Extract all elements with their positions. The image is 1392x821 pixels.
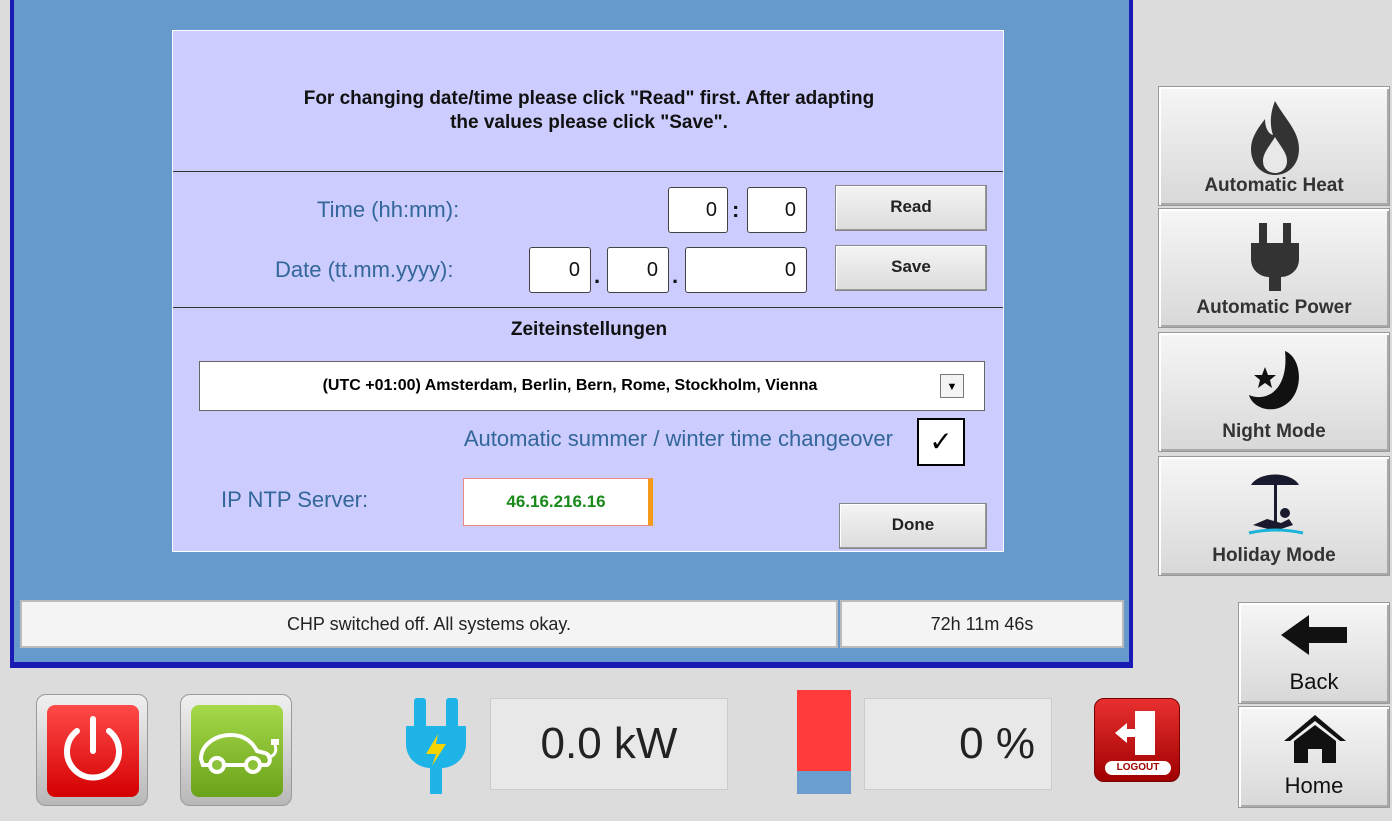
logout-label: LOGOUT [1105, 761, 1171, 775]
plug-icon [1251, 223, 1299, 291]
date-label: Date (tt.mm.yyyy): [275, 257, 454, 282]
date-separator-1: . [594, 263, 601, 288]
save-button[interactable]: Save [835, 245, 987, 291]
divider [173, 171, 1003, 172]
e-car-button-face [191, 705, 283, 797]
automatic-heat-button[interactable]: Automatic Heat [1158, 86, 1390, 206]
instructions-line-1: For changing date/time please click "Rea… [303, 88, 875, 109]
date-day-input[interactable]: 0 [529, 247, 591, 293]
summer-winter-label: Automatic summer / winter time changeove… [463, 426, 893, 451]
time-hours-input[interactable]: 0 [668, 187, 728, 233]
e-car-button[interactable] [180, 694, 292, 806]
power-output-display: 0.0 kW [490, 698, 728, 790]
power-button[interactable] [36, 694, 148, 806]
logout-button[interactable]: LOGOUT [1094, 698, 1180, 782]
divider [173, 307, 1003, 308]
summer-winter-checkbox[interactable]: ✓ [917, 418, 965, 466]
back-button[interactable]: Back [1238, 602, 1390, 704]
automatic-power-button[interactable]: Automatic Power [1158, 208, 1390, 328]
arrow-left-icon [1281, 615, 1347, 655]
holiday-mode-label: Holiday Mode [1212, 545, 1336, 566]
date-time-dialog: For changing date/time please click "Rea… [172, 30, 1004, 552]
status-message: CHP switched off. All systems okay. [20, 600, 838, 648]
back-label: Back [1289, 669, 1339, 694]
done-button[interactable]: Done [839, 503, 987, 549]
ntp-server-label: IP NTP Server: [221, 487, 369, 512]
time-settings-title: Zeiteinstellungen [510, 319, 668, 340]
electric-car-icon [198, 732, 279, 774]
storage-level-fill [797, 771, 851, 794]
logout-door-icon [1115, 711, 1155, 755]
home-label: Home [1284, 773, 1344, 798]
time-separator: : [732, 197, 740, 222]
time-label: Time (hh:mm): [317, 197, 460, 222]
automatic-heat-label: Automatic Heat [1204, 175, 1344, 196]
home-icon [1284, 715, 1346, 763]
home-button[interactable]: Home [1238, 706, 1390, 808]
electric-plug-icon [406, 698, 466, 794]
night-mode-button[interactable]: Night Mode [1158, 332, 1390, 452]
storage-level-display: 0 % [864, 698, 1052, 790]
read-button[interactable]: Read [835, 185, 987, 231]
holiday-mode-button[interactable]: Holiday Mode [1158, 456, 1390, 576]
timezone-select[interactable]: (UTC +01:00) Amsterdam, Berlin, Bern, Ro… [199, 361, 985, 411]
dropdown-arrow-icon[interactable]: ▼ [940, 374, 964, 398]
ntp-server-input[interactable]: 46.16.216.16 [463, 478, 653, 526]
power-button-face [47, 705, 139, 797]
date-month-input[interactable]: 0 [607, 247, 669, 293]
moon-icon [1249, 351, 1299, 410]
time-minutes-input[interactable]: 0 [747, 187, 807, 233]
date-year-input[interactable]: 0 [685, 247, 807, 293]
beach-chair-icon [1248, 474, 1304, 535]
night-mode-label: Night Mode [1222, 421, 1326, 442]
timezone-selected-value: (UTC +01:00) Amsterdam, Berlin, Bern, Ro… [322, 377, 818, 394]
instructions-text: For changing date/time please click "Rea… [173, 87, 1005, 135]
flame-icon [1251, 101, 1299, 175]
automatic-power-label: Automatic Power [1196, 297, 1352, 318]
instructions-line-2: the values please click "Save". [450, 112, 728, 133]
date-separator-2: . [672, 263, 679, 288]
runtime-counter: 72h 11m 46s [840, 600, 1124, 648]
storage-level-bar [797, 690, 851, 794]
power-icon [64, 716, 122, 781]
